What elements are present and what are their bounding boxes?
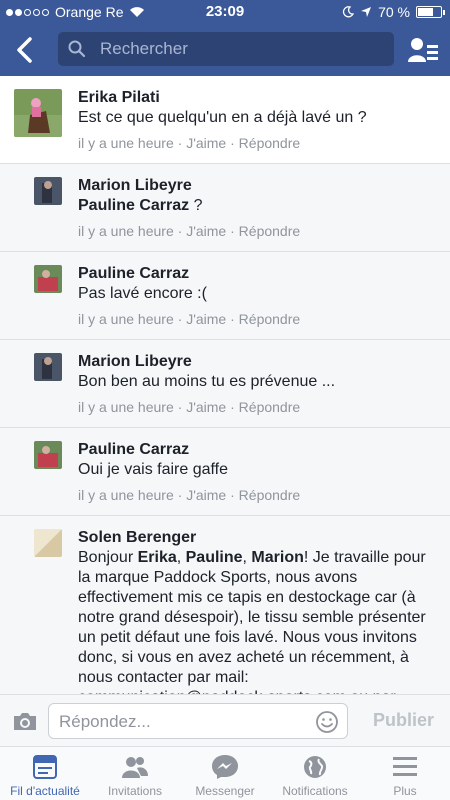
avatar[interactable] — [34, 529, 62, 557]
comment-meta: il y a une heure · J'aime · Répondre — [78, 223, 301, 239]
reply-link[interactable]: Répondre — [239, 135, 301, 151]
search-bar[interactable] — [58, 32, 394, 66]
globe-icon — [304, 756, 326, 778]
tab-notifications[interactable]: Notifications — [270, 747, 360, 800]
search-input[interactable] — [100, 39, 380, 59]
moon-icon — [342, 6, 355, 18]
reply-comment: Solen Berenger Bonjour Erika, Pauline, M… — [0, 516, 450, 694]
reply-link[interactable]: Répondre — [239, 399, 301, 415]
comment-text: Est ce que quelqu'un en a déjà lavé un ? — [78, 109, 367, 126]
comment-text: Oui je vais faire gaffe — [78, 461, 229, 478]
reply-comment: Marion Libeyre Bon ben au moins tu es pr… — [0, 340, 450, 428]
menu-icon — [393, 757, 417, 776]
comment-text: Bon ben au moins tu es prévenue ... — [78, 373, 336, 390]
comment-author[interactable]: Marion Libeyre — [78, 176, 440, 196]
comment-text: Bonjour Erika, Pauline, Marion! Je trava… — [78, 549, 426, 694]
like-link[interactable]: J'aime — [186, 311, 226, 327]
mention-link[interactable]: Marion — [251, 549, 303, 566]
mention-link[interactable]: Pauline — [186, 549, 243, 566]
emoji-icon[interactable] — [315, 710, 339, 734]
comment-meta: il y a une heure · J'aime · Répondre — [78, 399, 301, 415]
battery-icon — [416, 6, 445, 18]
tab-news-feed[interactable]: Fil d'actualité — [0, 747, 90, 800]
tab-label: Plus — [393, 784, 417, 798]
messenger-icon — [212, 755, 238, 779]
reply-comment: Marion Libeyre Pauline Carraz ? il y a u… — [0, 164, 450, 252]
mention-link[interactable]: Erika — [138, 549, 177, 566]
avatar[interactable] — [34, 353, 62, 381]
comment-author[interactable]: Solen Berenger — [78, 528, 440, 548]
reply-comment: Pauline Carraz Oui je vais faire gaffe i… — [0, 428, 450, 516]
comment-time: il y a une heure — [78, 399, 174, 415]
status-bar: Orange Re 23:09 70 % — [0, 0, 450, 24]
reply-composer: Publier — [0, 694, 450, 746]
like-link[interactable]: J'aime — [186, 135, 226, 151]
like-link[interactable]: J'aime — [186, 487, 226, 503]
tab-messenger[interactable]: Messenger — [180, 747, 270, 800]
comment-author[interactable]: Marion Libeyre — [78, 352, 440, 372]
reply-input[interactable] — [59, 712, 299, 732]
comment-author[interactable]: Pauline Carraz — [78, 264, 440, 284]
battery-percent: 70 % — [378, 4, 410, 20]
comment-time: il y a une heure — [78, 311, 174, 327]
publish-button[interactable]: Publier — [373, 710, 434, 731]
comment-author[interactable]: Pauline Carraz — [78, 440, 440, 460]
tab-label: Messenger — [195, 784, 255, 798]
camera-icon[interactable] — [12, 711, 38, 732]
friends-list-icon[interactable] — [408, 36, 438, 64]
back-chevron-icon[interactable] — [10, 34, 42, 66]
search-icon — [68, 40, 86, 58]
like-link[interactable]: J'aime — [186, 223, 226, 239]
comment-text: Pas lavé encore :( — [78, 285, 207, 302]
navigation-bar — [0, 24, 450, 76]
tab-label: Notifications — [282, 784, 348, 798]
avatar[interactable] — [34, 441, 62, 469]
comment-author[interactable]: Erika Pilati — [78, 88, 440, 108]
tab-label: Invitations — [107, 784, 163, 798]
reply-link[interactable]: Répondre — [239, 311, 301, 327]
tab-invitations[interactable]: Invitations — [90, 747, 180, 800]
avatar[interactable] — [34, 265, 62, 293]
comment-list[interactable]: Erika Pilati Est ce que quelqu'un en a d… — [0, 76, 450, 694]
friend-requests-icon — [122, 757, 148, 778]
tab-more[interactable]: Plus — [360, 747, 450, 800]
reply-comment: Pauline Carraz Pas lavé encore :( il y a… — [0, 252, 450, 340]
mention-link[interactable]: Pauline Carraz — [78, 197, 189, 214]
tab-bar: Fil d'actualité Invitations Messenger No… — [0, 746, 450, 800]
like-link[interactable]: J'aime — [186, 399, 226, 415]
avatar[interactable] — [14, 89, 62, 137]
comment-time: il y a une heure — [78, 135, 174, 151]
comment-meta: il y a une heure · J'aime · Répondre — [78, 487, 301, 503]
location-arrow-icon — [361, 7, 372, 17]
comment-meta: il y a une heure · J'aime · Répondre — [78, 135, 301, 151]
reply-link[interactable]: Répondre — [239, 223, 301, 239]
comment-time: il y a une heure — [78, 487, 174, 503]
comment-time: il y a une heure — [78, 223, 174, 239]
comment-text: Pauline Carraz ? — [78, 197, 203, 214]
comment-meta: il y a une heure · J'aime · Répondre — [78, 311, 301, 327]
avatar[interactable] — [34, 177, 62, 205]
comment: Erika Pilati Est ce que quelqu'un en a d… — [0, 76, 450, 164]
reply-field[interactable] — [48, 703, 348, 739]
reply-link[interactable]: Répondre — [239, 487, 301, 503]
tab-label: Fil d'actualité — [10, 784, 80, 798]
news-feed-icon — [33, 755, 57, 779]
